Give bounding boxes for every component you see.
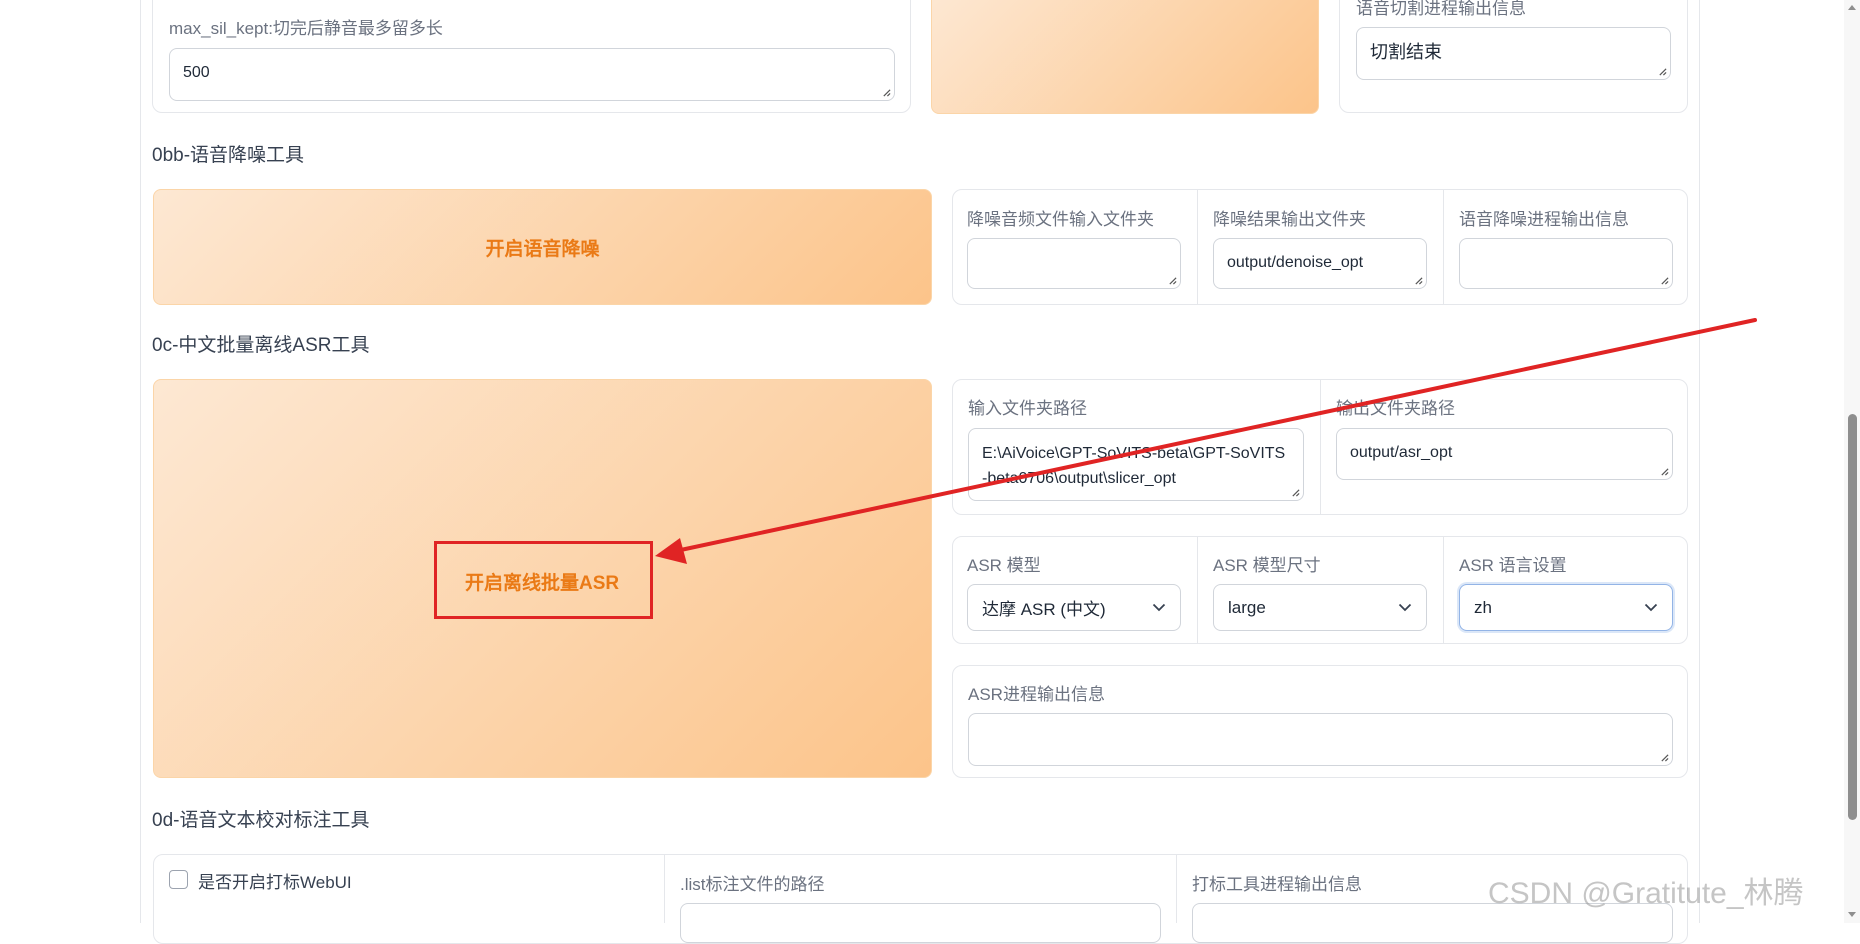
asr-size-value: large <box>1228 597 1266 617</box>
resize-grip-icon[interactable] <box>1660 276 1669 285</box>
asr-lang-label: ASR 语言设置 <box>1459 556 1567 575</box>
slice-button[interactable] <box>931 0 1319 114</box>
resize-grip-icon[interactable] <box>1660 753 1669 762</box>
asr-info-label: ASR进程输出信息 <box>968 685 1105 704</box>
slicer-info-label: 语音切割进程输出信息 <box>1356 0 1526 18</box>
asr-size-select[interactable]: large <box>1213 584 1427 631</box>
divider <box>1320 380 1321 514</box>
denoise-button-label: 开启语音降噪 <box>485 238 600 260</box>
denoise-section-title: 0bb-语音降噪工具 <box>152 145 305 166</box>
divider <box>1443 190 1444 304</box>
resize-grip-icon[interactable] <box>882 88 891 97</box>
denoise-output-value: output/denoise_opt <box>1227 254 1364 271</box>
slicer-info-field[interactable]: 切割结束 <box>1356 27 1671 80</box>
asr-input-path-label: 输入文件夹路径 <box>968 399 1087 418</box>
asr-lang-select[interactable]: zh <box>1459 584 1673 631</box>
chevron-down-icon <box>1398 603 1412 612</box>
highlight-box <box>434 541 653 619</box>
resize-grip-icon[interactable] <box>1414 276 1423 285</box>
denoise-info-field[interactable] <box>1459 238 1673 289</box>
asr-output-path-label: 输出文件夹路径 <box>1336 399 1455 418</box>
asr-lang-value: zh <box>1474 597 1492 617</box>
asr-size-label: ASR 模型尺寸 <box>1213 556 1321 575</box>
resize-grip-icon[interactable] <box>1168 276 1177 285</box>
denoise-input-field[interactable] <box>967 238 1181 289</box>
denoise-output-field[interactable]: output/denoise_opt <box>1213 238 1427 289</box>
scrollbar-thumb[interactable] <box>1848 414 1857 820</box>
denoise-input-label: 降噪音频文件输入文件夹 <box>967 210 1154 229</box>
webui-checkbox-label: 是否开启打标WebUI <box>198 873 352 892</box>
divider <box>1197 190 1198 304</box>
webui-checkbox[interactable] <box>169 870 188 889</box>
asr-output-path-value: output/asr_opt <box>1350 444 1453 461</box>
chevron-down-icon <box>1644 603 1658 612</box>
scroll-up-icon[interactable] <box>1847 4 1857 11</box>
denoise-button[interactable]: 开启语音降噪 <box>153 189 932 305</box>
proofread-info-label: 打标工具进程输出信息 <box>1192 875 1362 894</box>
divider <box>1443 537 1444 643</box>
divider <box>664 855 665 923</box>
slicer-info-value: 切割结束 <box>1370 42 1442 62</box>
max-sil-label: max_sil_kept:切完后静音最多留多长 <box>169 19 443 38</box>
asr-input-path-value: E:\AiVoice\GPT-SoVITS-beta\GPT-SoVITS-be… <box>982 445 1286 487</box>
asr-model-label: ASR 模型 <box>967 556 1041 575</box>
asr-model-select[interactable]: 达摩 ASR (中文) <box>967 584 1181 631</box>
resize-grip-icon[interactable] <box>1291 488 1300 497</box>
asr-info-field[interactable] <box>968 713 1673 766</box>
resize-grip-icon[interactable] <box>1660 467 1669 476</box>
asr-model-value: 达摩 ASR (中文) <box>982 600 1106 619</box>
list-path-label: .list标注文件的路径 <box>680 875 825 894</box>
divider <box>1197 537 1198 643</box>
list-path-field[interactable] <box>680 903 1161 943</box>
asr-input-path-field[interactable]: E:\AiVoice\GPT-SoVITS-beta\GPT-SoVITS-be… <box>968 428 1304 501</box>
max-sil-value: 500 <box>183 64 210 81</box>
max-sil-field[interactable]: 500 <box>169 48 895 101</box>
denoise-info-label: 语音降噪进程输出信息 <box>1459 210 1629 229</box>
chevron-down-icon <box>1152 603 1166 612</box>
asr-output-path-field[interactable]: output/asr_opt <box>1336 428 1673 480</box>
divider <box>1176 855 1177 923</box>
asr-section-title: 0c-中文批量离线ASR工具 <box>152 335 370 356</box>
resize-grip-icon[interactable] <box>1658 67 1667 76</box>
scroll-down-icon[interactable] <box>1847 911 1857 918</box>
denoise-output-label: 降噪结果输出文件夹 <box>1213 210 1366 229</box>
watermark: CSDN @Gratitute_林腾 <box>1488 877 1804 910</box>
proofread-section-title: 0d-语音文本校对标注工具 <box>152 810 370 831</box>
